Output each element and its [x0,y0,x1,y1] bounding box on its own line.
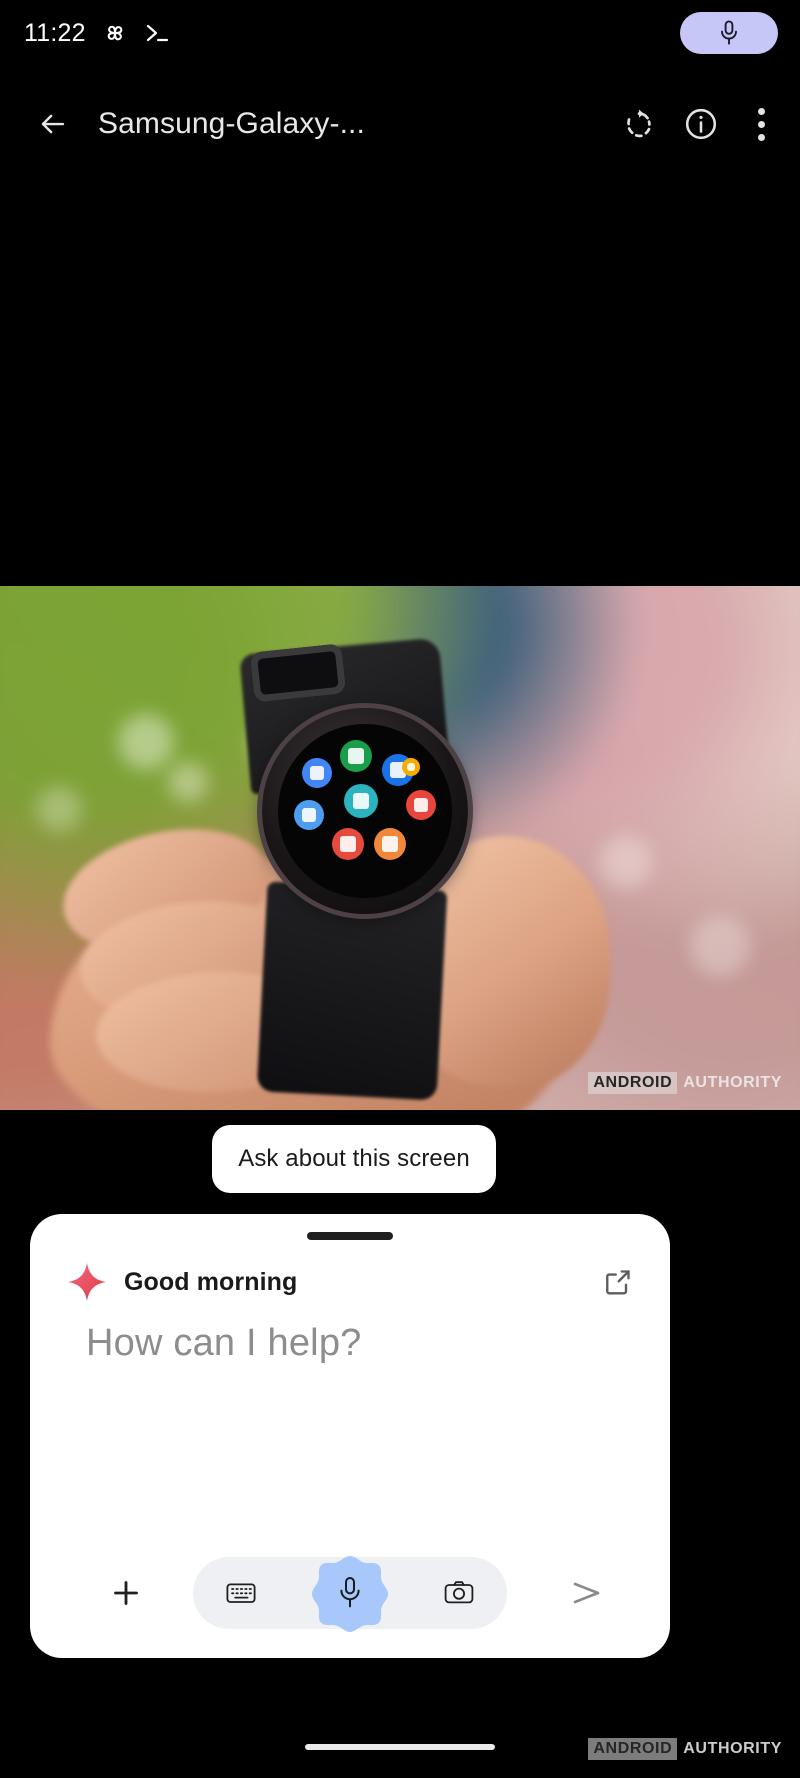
greeting-text: Good morning [124,1267,298,1296]
watermark-primary: ANDROID [588,1072,678,1094]
watch-app-icon [374,828,406,860]
info-icon[interactable] [670,93,732,155]
status-bar-right [680,12,778,54]
app-bar-actions [608,93,790,155]
navigation-bar: ANDROID AUTHORITY [0,1690,800,1778]
pinwheel-icon [102,20,128,46]
watch-app-icon [406,790,436,820]
bokeh [690,916,750,976]
photo-viewer[interactable]: ANDROID AUTHORITY Ask about this screen [0,162,800,1690]
watch-app-icon [294,800,324,830]
keyboard-icon[interactable] [219,1571,263,1615]
watch-buckle [249,643,347,703]
watermark-secondary: AUTHORITY [683,1740,782,1757]
watch-app-icon [340,740,372,772]
kebab-dots [757,107,765,141]
home-indicator[interactable] [305,1744,495,1750]
bokeh [168,762,208,802]
gemini-sparkle-icon [66,1261,108,1303]
back-button[interactable] [26,97,80,151]
microphone-icon [337,1576,363,1610]
status-bar-left: 11:22 [24,20,170,46]
bokeh [36,786,82,832]
watch-app-icon [402,758,420,776]
status-bar: 11:22 [0,0,800,66]
open-in-new-icon[interactable] [596,1260,640,1304]
top-app-bar: Samsung-Galaxy-... [0,86,800,162]
photo-image[interactable]: ANDROID AUTHORITY [0,586,800,1110]
watch-app-icon [344,784,378,818]
prompt-placeholder[interactable]: How can I help? [86,1322,362,1365]
watermark-primary: ANDROID [588,1738,678,1760]
watch-app-icon [302,758,332,788]
sheet-header: Good morning [30,1252,670,1312]
smartwatch [262,708,468,914]
status-clock: 11:22 [24,18,86,47]
photo-watermark: ANDROID AUTHORITY [588,1072,782,1094]
ask-chip-label: Ask about this screen [238,1145,470,1172]
watch-app-icon [332,828,364,860]
page-title: Samsung-Galaxy-... [98,107,365,140]
watch-strap-bottom [256,881,448,1101]
overflow-menu-icon[interactable] [732,93,790,155]
terminal-icon [144,22,170,44]
add-attachment-button[interactable] [98,1565,154,1621]
nav-watermark: ANDROID AUTHORITY [588,1738,782,1760]
bokeh [118,714,174,770]
ask-about-this-screen-chip[interactable]: Ask about this screen [212,1125,496,1193]
watermark-secondary: AUTHORITY [683,1074,782,1091]
watch-screen [278,724,452,898]
bokeh [600,836,652,888]
rotate-icon[interactable] [608,93,670,155]
send-button[interactable] [560,1565,616,1621]
gemini-input-toolbar [30,1528,670,1658]
sheet-drag-handle[interactable] [307,1232,393,1240]
gemini-bottom-sheet[interactable]: Good morning How can I help? [30,1214,670,1658]
voice-input-button[interactable] [302,1545,398,1641]
mic-privacy-indicator[interactable] [680,12,778,54]
camera-icon[interactable] [437,1571,481,1615]
